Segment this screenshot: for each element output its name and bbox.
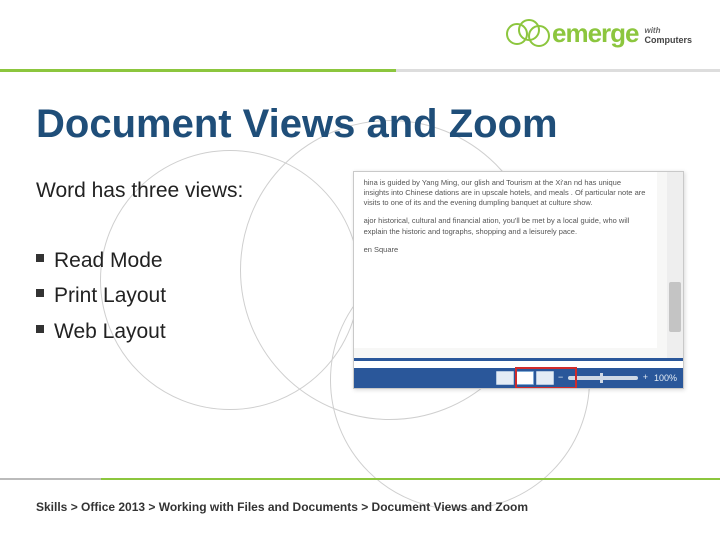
zoom-thumb[interactable] — [600, 373, 603, 383]
brand-sub: with Computers — [644, 27, 692, 45]
sample-para: hina is guided by Yang Ming, our glish a… — [364, 178, 647, 208]
document-page: hina is guided by Yang Ming, our glish a… — [354, 172, 657, 348]
status-bar: 100% — [354, 368, 683, 388]
view-buttons — [496, 371, 554, 385]
zoom-slider[interactable] — [568, 376, 638, 380]
page-border — [354, 358, 683, 368]
slide-title: Document Views and Zoom — [36, 102, 684, 147]
sample-para: ajor historical, cultural and financial … — [364, 216, 647, 236]
footer-divider — [0, 478, 720, 480]
list-item: Read Mode — [54, 245, 335, 277]
print-layout-button[interactable] — [516, 371, 534, 385]
list-item: Web Layout — [54, 316, 335, 348]
views-list: Read Mode Print Layout Web Layout — [36, 245, 335, 348]
brand-logo: emerge with Computers — [506, 18, 692, 49]
word-screenshot: hina is guided by Yang Ming, our glish a… — [353, 171, 684, 389]
read-mode-button[interactable] — [496, 371, 514, 385]
zoom-percent: 100% — [654, 373, 677, 383]
web-layout-button[interactable] — [536, 371, 554, 385]
intro-text: Word has three views: — [36, 175, 335, 207]
logo-rings-icon — [506, 19, 550, 49]
breadcrumb: Skills > Office 2013 > Working with File… — [36, 500, 528, 514]
brand-word: emerge — [552, 18, 639, 49]
list-item: Print Layout — [54, 280, 335, 312]
scrollbar[interactable] — [667, 172, 683, 368]
sample-para: en Square — [364, 245, 647, 255]
